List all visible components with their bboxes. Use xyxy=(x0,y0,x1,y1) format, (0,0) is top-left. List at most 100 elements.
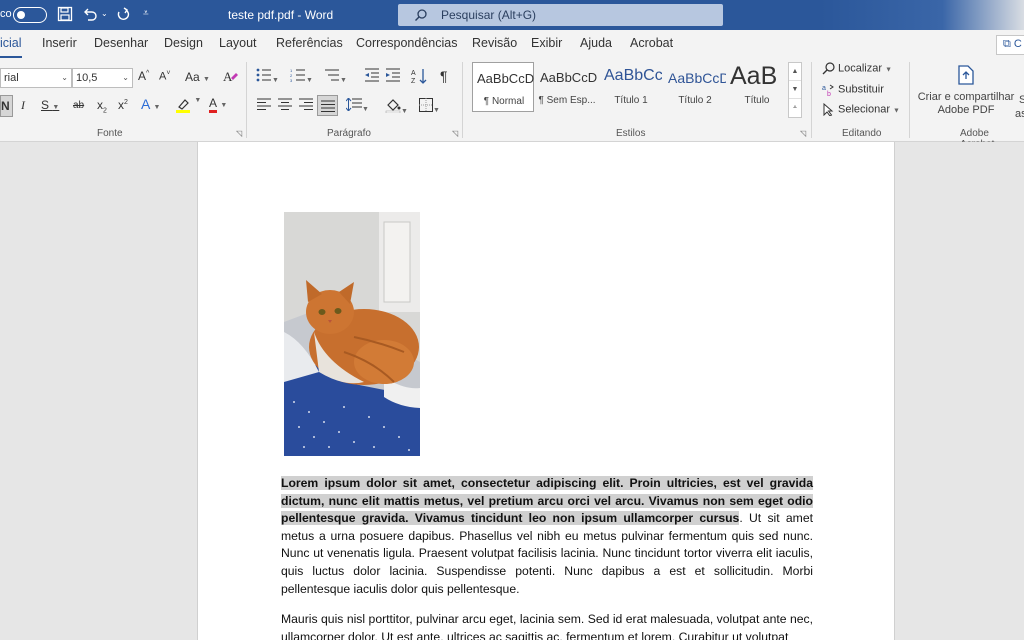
group-divider xyxy=(462,62,463,138)
tab-correspondencias[interactable]: Correspondências xyxy=(356,36,457,50)
tab-inserir[interactable]: Inserir xyxy=(42,36,77,50)
align-left-icon[interactable] xyxy=(257,98,271,113)
scroll-up-icon[interactable]: ▲ xyxy=(789,63,801,81)
tab-revisao[interactable]: Revisão xyxy=(472,36,517,50)
change-case-button[interactable]: Aa ▼ xyxy=(185,70,210,84)
replace-icon: ab xyxy=(822,84,834,98)
style-sample: AaB xyxy=(730,62,778,90)
paragraph-2-text: Mauris quis nisl porttitor, pulvinar arc… xyxy=(281,612,813,640)
document-paragraph-2[interactable]: Mauris quis nisl porttitor, pulvinar arc… xyxy=(281,611,813,640)
justify-button[interactable] xyxy=(317,95,338,116)
subscript-button[interactable]: x2 xyxy=(97,98,107,114)
save-icon[interactable] xyxy=(57,6,75,24)
svg-text:3: 3 xyxy=(290,78,293,82)
svg-text:Z: Z xyxy=(411,78,416,84)
more-styles-icon[interactable]: ⩡ xyxy=(789,99,801,117)
find-button[interactable]: Localizar ▼ xyxy=(822,62,892,75)
editing-group-label: Editando xyxy=(842,128,882,139)
multilevel-list-button[interactable]: ▼ xyxy=(324,68,347,85)
document-page[interactable]: Lorem ipsum dolor sit amet, consectetur … xyxy=(197,142,895,640)
style-sample: AaBbCcD xyxy=(540,70,598,85)
svg-text:a: a xyxy=(822,85,826,92)
select-label: Selecionar xyxy=(838,103,890,116)
tab-pagina-inicial[interactable]: icial xyxy=(0,36,22,59)
font-size-value: 10,5 xyxy=(76,72,98,84)
styles-gallery-scroll[interactable]: ▲ ▼ ⩡ xyxy=(788,62,802,118)
text-effects-label: A xyxy=(141,96,150,112)
grow-font-button[interactable]: A^ xyxy=(138,69,149,83)
font-size-combo[interactable]: 10,5 ⌄ xyxy=(72,68,133,88)
borders-button[interactable]: ▼ xyxy=(419,98,440,115)
shrink-font-button[interactable]: A˅ xyxy=(159,70,170,83)
bullets-button[interactable]: ▼ xyxy=(256,68,279,85)
style-heading-2[interactable]: AaBbCcD Título 2 xyxy=(664,62,726,112)
scroll-down-icon[interactable]: ▼ xyxy=(789,81,801,99)
selected-bold-text: Lorem ipsum dolor sit amet, consectetur … xyxy=(281,476,813,526)
style-normal[interactable]: AaBbCcD ¶ Normal xyxy=(472,62,534,112)
autosave-toggle[interactable] xyxy=(13,7,47,23)
multilevel-list-icon xyxy=(325,69,339,81)
paragraph-group-label: Parágrafo xyxy=(327,128,371,139)
align-right-icon[interactable] xyxy=(299,98,313,113)
find-label: Localizar xyxy=(838,62,883,75)
styles-dialog-launcher-icon[interactable]: ◹ xyxy=(800,129,806,138)
search-placeholder: Pesquisar (Alt+G) xyxy=(441,8,537,22)
text-effects-button[interactable]: A ▼ xyxy=(141,96,160,112)
show-formatting-marks-button[interactable]: ¶ xyxy=(440,68,448,84)
tab-ajuda[interactable]: Ajuda xyxy=(580,36,612,50)
sort-icon[interactable]: AZ xyxy=(411,68,429,87)
shading-button[interactable]: ▼ xyxy=(385,97,408,116)
align-center-icon[interactable] xyxy=(278,98,292,113)
chevron-down-icon: ⌄ xyxy=(122,73,129,82)
style-heading-1[interactable]: AaBbCc Título 1 xyxy=(600,62,662,112)
acrobat-cut-label-1: S xyxy=(1019,94,1024,106)
tab-desenhar[interactable]: Desenhar xyxy=(94,36,148,50)
chevron-down-icon: ⌄ xyxy=(61,73,68,82)
title-separator: - xyxy=(297,8,302,22)
undo-icon[interactable] xyxy=(82,6,100,24)
tab-layout[interactable]: Layout xyxy=(219,36,257,50)
bold-button[interactable]: N xyxy=(0,95,13,117)
style-title[interactable]: AaB Título xyxy=(726,62,788,112)
select-button[interactable]: Selecionar ▼ xyxy=(822,102,900,117)
tab-exibir[interactable]: Exibir xyxy=(531,36,562,50)
font-color-button[interactable]: A ▼ xyxy=(209,96,227,113)
paragraph-dialog-launcher-icon[interactable]: ◹ xyxy=(452,129,458,138)
cat-photo[interactable] xyxy=(284,212,420,456)
redo-icon[interactable] xyxy=(115,6,133,24)
highlight-color-button[interactable]: ▼ xyxy=(175,97,201,116)
line-spacing-button[interactable]: ▼ xyxy=(345,97,369,114)
style-name: Título 1 xyxy=(614,95,648,106)
tab-acrobat[interactable]: Acrobat xyxy=(630,36,673,50)
create-share-adobe-pdf-button[interactable]: Criar e compartilhar Adobe PDF xyxy=(914,64,1018,124)
strikethrough-button[interactable]: ab xyxy=(73,100,84,111)
app-name: Word xyxy=(304,8,334,22)
document-paragraph-1[interactable]: Lorem ipsum dolor sit amet, consectetur … xyxy=(281,475,813,598)
underline-button[interactable]: S ▼ xyxy=(41,98,59,112)
create-share-label-1: Criar e compartilhar xyxy=(917,91,1015,103)
superscript-button[interactable]: x2 xyxy=(118,98,128,112)
style-sample: AaBbCcD xyxy=(477,71,535,86)
italic-button[interactable]: I xyxy=(21,98,25,113)
cursor-arrow-icon xyxy=(823,102,834,117)
font-name-combo[interactable]: rial ⌄ xyxy=(0,68,72,88)
share-label: C xyxy=(1013,38,1022,50)
borders-icon xyxy=(419,98,433,112)
align-justify-icon xyxy=(321,100,335,112)
title-bar-background-art xyxy=(820,0,1024,30)
decrease-indent-icon[interactable] xyxy=(364,68,380,85)
customize-toolbar-icon[interactable]: ⩡ xyxy=(143,8,161,26)
increase-indent-icon[interactable] xyxy=(385,68,401,85)
replace-button[interactable]: a b Substituir xyxy=(822,83,884,98)
clear-formatting-icon[interactable]: A xyxy=(222,68,238,87)
ribbon-tabs: icial Inserir Desenhar Design Layout Ref… xyxy=(0,30,1024,59)
font-dialog-launcher-icon[interactable]: ◹ xyxy=(236,129,242,138)
tab-design[interactable]: Design xyxy=(164,36,203,50)
bullet-list-icon xyxy=(256,68,271,82)
numbering-button[interactable]: 1 2 3 ▼ xyxy=(290,68,313,85)
style-no-spacing[interactable]: AaBbCcD ¶ Sem Esp... xyxy=(536,62,598,112)
search-box[interactable]: Pesquisar (Alt+G) xyxy=(398,4,723,26)
document-canvas[interactable]: Lorem ipsum dolor sit amet, consectetur … xyxy=(0,142,1024,640)
tab-referencias[interactable]: Referências xyxy=(276,36,343,50)
share-button[interactable]: ⧉ C xyxy=(996,35,1024,55)
